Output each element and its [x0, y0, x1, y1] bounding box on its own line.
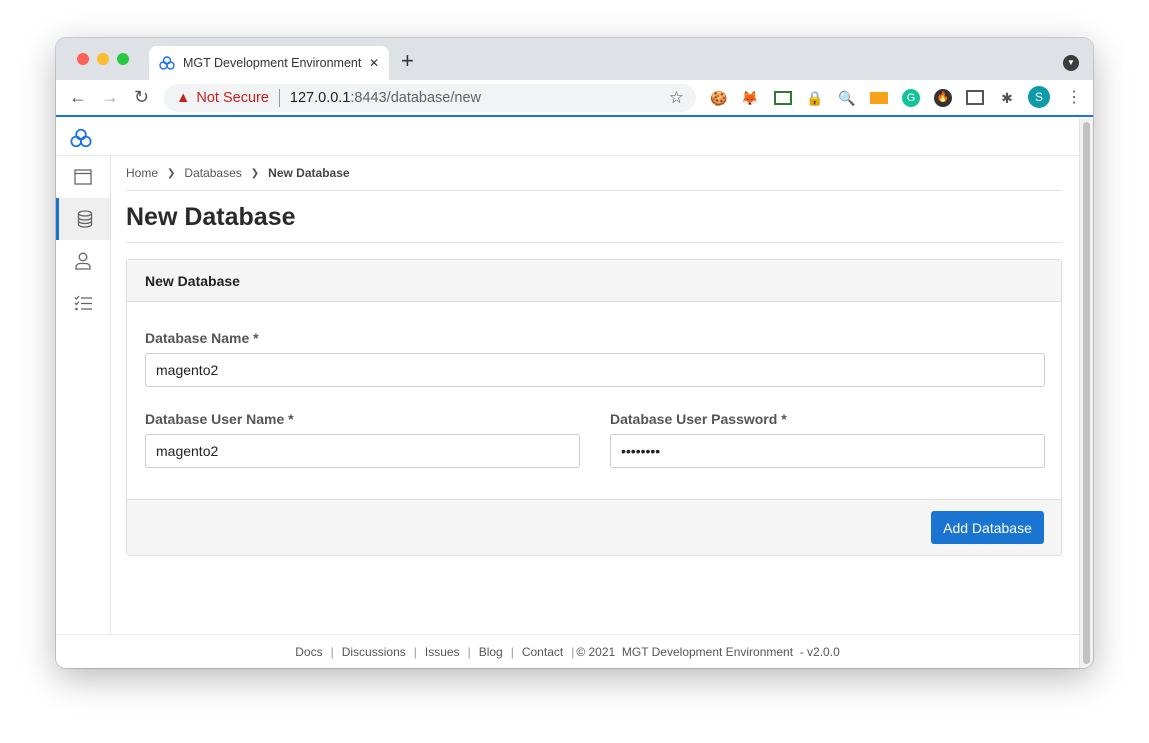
url-text: 127.0.0.1:8443/database/new	[289, 90, 481, 106]
screenshot-icon[interactable]	[774, 91, 792, 105]
fire-icon[interactable]: 🔥	[934, 89, 952, 107]
db-password-label: Database User Password *	[610, 411, 787, 427]
divider: |	[510, 644, 514, 659]
web-page: Home ❯ Databases ❯ New Database New Databa…	[56, 118, 1079, 668]
back-icon[interactable]: ←	[69, 87, 87, 108]
metamask-fox-icon[interactable]: 🦊	[741, 89, 759, 107]
tab-title: MGT Development Environment	[183, 56, 362, 70]
search-extension-icon[interactable]: 🔍	[838, 89, 856, 107]
scrollbar[interactable]	[1079, 118, 1093, 668]
breadcrumb-current: New Database	[268, 166, 350, 180]
sidebar-item-projects[interactable]	[56, 156, 110, 198]
divider: |	[571, 644, 575, 659]
database-icon	[77, 210, 92, 228]
db-name-label: Database Name *	[145, 330, 259, 346]
browser-window-icon	[74, 169, 92, 185]
db-password-input[interactable]	[610, 434, 1045, 468]
divider: |	[413, 644, 417, 659]
new-database-card: New Database Database Name * Database Us…	[126, 259, 1062, 556]
warning-icon: ▲	[176, 90, 191, 106]
page-footer: Docs | Discussions | Issues | Blog | Contact…	[56, 634, 1079, 668]
footer-link-issues[interactable]: Issues	[425, 645, 460, 659]
divider	[278, 89, 280, 107]
analytics-icon[interactable]	[870, 92, 888, 104]
new-tab-button[interactable]: +	[401, 48, 414, 74]
card-title: New Database	[127, 260, 1061, 302]
footer-link-contact[interactable]: Contact	[522, 645, 563, 659]
address-bar[interactable]: ▲ Not Secure 127.0.0.1:8443/database/new…	[164, 84, 696, 112]
browser-toolbar: ← → ↻ ▲ Not Secure 127.0.0.1:8443/databa…	[56, 80, 1093, 117]
tab-search-icon[interactable]: ▼	[1063, 55, 1079, 71]
breadcrumb-home[interactable]: Home	[126, 166, 158, 180]
chevron-right-icon: ❯	[167, 167, 176, 179]
browser-window: MGT Development Environment ✕ + ▼ ← → ↻ …	[56, 38, 1093, 668]
main-content: Home ❯ Databases ❯ New Database New Databa…	[126, 156, 1062, 556]
profile-avatar[interactable]: S	[1028, 86, 1050, 108]
footer-link-discussions[interactable]: Discussions	[342, 645, 406, 659]
minimize-window-button[interactable]	[97, 53, 109, 65]
tab-active[interactable]: MGT Development Environment ✕	[149, 46, 389, 80]
sidebar-item-users[interactable]	[56, 240, 110, 282]
bookmark-star-icon[interactable]: ☆	[669, 88, 684, 108]
footer-link-blog[interactable]: Blog	[479, 645, 503, 659]
card-footer: Add Database	[127, 499, 1061, 555]
checklist-icon	[74, 295, 92, 311]
add-database-button[interactable]: Add Database	[931, 511, 1044, 544]
close-window-button[interactable]	[77, 53, 89, 65]
app-header	[56, 118, 1079, 156]
breadcrumb: Home ❯ Databases ❯ New Database	[126, 156, 1062, 191]
screen-capture-icon[interactable]	[966, 90, 984, 105]
lock-icon[interactable]: 🔒	[806, 89, 824, 107]
cookie-icon[interactable]: 🍪	[710, 89, 728, 107]
divider: |	[330, 644, 334, 659]
divider: |	[467, 644, 471, 659]
grammarly-icon[interactable]: G	[902, 89, 920, 107]
tab-bar: MGT Development Environment ✕ + ▼	[56, 38, 1093, 80]
card-body: Database Name * Database User Name * Dat…	[127, 302, 1061, 499]
reload-icon[interactable]: ↻	[134, 87, 149, 108]
maximize-window-button[interactable]	[117, 53, 129, 65]
db-user-label: Database User Name *	[145, 411, 294, 427]
not-secure-label[interactable]: Not Secure	[196, 90, 269, 106]
sidebar-item-tasks[interactable]	[56, 282, 110, 324]
app-logo-icon[interactable]	[70, 127, 92, 149]
forward-icon[interactable]: →	[101, 87, 119, 108]
sidebar	[56, 156, 111, 634]
copyright: © 2021 MGT Development Environment - v2.…	[576, 644, 840, 659]
sidebar-item-databases[interactable]	[56, 198, 110, 240]
puzzle-icon[interactable]: ✱	[998, 89, 1016, 107]
user-icon	[75, 252, 91, 270]
scrollbar-thumb[interactable]	[1083, 122, 1090, 664]
db-name-input[interactable]	[145, 353, 1045, 387]
breadcrumb-databases[interactable]: Databases	[184, 166, 241, 180]
page-title: New Database	[126, 191, 1062, 243]
footer-link-docs[interactable]: Docs	[295, 645, 322, 659]
close-tab-icon[interactable]: ✕	[369, 56, 379, 70]
cloud-logo-icon	[159, 56, 175, 70]
menu-kebab-icon[interactable]: ⋮	[1066, 87, 1082, 107]
db-user-input[interactable]	[145, 434, 580, 468]
chevron-right-icon: ❯	[250, 167, 260, 179]
